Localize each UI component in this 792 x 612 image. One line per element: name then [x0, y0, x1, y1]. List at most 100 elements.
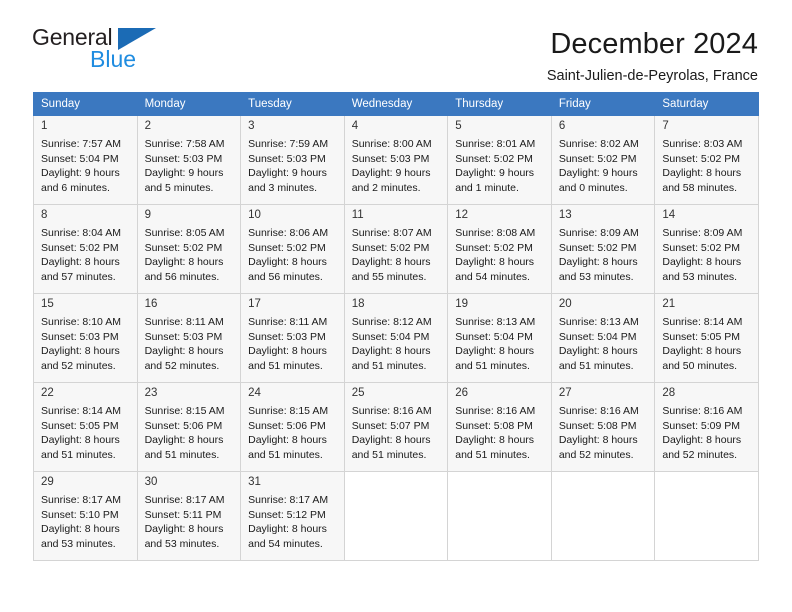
calendar-day-cell[interactable]: 29 Sunrise: 8:17 AM Sunset: 5:10 PM Dayligh…	[33, 471, 138, 561]
calendar-day-cell[interactable]: 7 Sunrise: 8:03 AM Sunset: 5:02 PM Daylight…	[654, 115, 759, 205]
day-sun-info: Sunrise: 8:08 AM Sunset: 5:02 PM Daylight:…	[448, 225, 551, 286]
day-daylight-line: Daylight: 8 hours	[662, 434, 742, 447]
day-sun-info: Sunrise: 8:17 AM Sunset: 5:10 PM Daylight:…	[34, 492, 137, 553]
day-daylight-line: Daylight: 9 hours	[351, 167, 431, 180]
day-daylight-line: and 5 minutes.	[144, 182, 214, 195]
calendar-day-cell[interactable]: 23 Sunrise: 8:15 AM Sunset: 5:06 PM Dayligh…	[136, 382, 242, 472]
day-daylight-line: Daylight: 8 hours	[144, 256, 224, 269]
calendar-day-cell[interactable]: 9 Sunrise: 8:05 AM Sunset: 5:02 PM Daylight…	[136, 204, 242, 294]
day-sunset-line: Sunset: 5:05 PM	[662, 330, 741, 343]
calendar-day-cell[interactable]: 25 Sunrise: 8:16 AM Sunset: 5:07 PM Dayligh…	[343, 382, 449, 472]
calendar-day-cell[interactable]: 6 Sunrise: 8:02 AM Sunset: 5:02 PM Daylight…	[550, 115, 656, 205]
calendar-week-row: 15 Sunrise: 8:10 AM Sunset: 5:03 PM Dayligh…	[33, 293, 759, 383]
calendar-day-cell[interactable]: 13 Sunrise: 8:09 AM Sunset: 5:02 PM Dayligh…	[550, 204, 656, 294]
day-cell-inner: 8 Sunrise: 8:04 AM Sunset: 5:02 PM Daylight…	[34, 205, 137, 291]
day-cell-inner: 31 Sunrise: 8:17 AM Sunset: 5:12 PM Dayligh…	[241, 472, 344, 558]
day-number: 11	[351, 209, 364, 221]
day-daylight-line: and 3 minutes.	[248, 182, 318, 195]
day-daylight-line: and 58 minutes.	[662, 182, 738, 195]
day-sunset-line: Sunset: 5:03 PM	[248, 330, 326, 343]
day-sunset-line: Sunset: 5:09 PM	[662, 419, 741, 432]
calendar-day-cell[interactable]: 21 Sunrise: 8:14 AM Sunset: 5:05 PM Dayligh…	[654, 293, 759, 383]
day-daylight-line: and 55 minutes.	[351, 271, 427, 284]
day-sunset-line: Sunset: 5:11 PM	[144, 508, 222, 521]
day-sunset-line: Sunset: 5:08 PM	[558, 419, 637, 432]
calendar-day-cell[interactable]: 30 Sunrise: 8:17 AM Sunset: 5:11 PM Dayligh…	[136, 471, 242, 561]
day-cell-inner: 22 Sunrise: 8:14 AM Sunset: 5:05 PM Dayligh…	[34, 383, 137, 469]
calendar-day-cell[interactable]: 2 Sunrise: 7:58 AM Sunset: 5:03 PM Daylight…	[136, 115, 242, 205]
day-daylight-line: and 56 minutes.	[144, 271, 220, 284]
day-sunset-line: Sunset: 5:04 PM	[41, 152, 119, 165]
day-number: 13	[558, 209, 572, 221]
day-sunrise-line: Sunrise: 7:58 AM	[144, 137, 225, 150]
calendar-day-cell[interactable]: 10 Sunrise: 8:06 AM Sunset: 5:02 PM Dayligh…	[240, 204, 345, 294]
day-sunrise-line: Sunrise: 8:04 AM	[41, 226, 121, 239]
calendar-day-cell[interactable]: 24 Sunrise: 8:15 AM Sunset: 5:06 PM Dayligh…	[240, 382, 345, 472]
day-daylight-line: and 51 minutes.	[41, 449, 116, 462]
day-daylight-line: and 0 minutes.	[558, 182, 628, 195]
calendar-day-cell[interactable]: 14 Sunrise: 8:09 AM Sunset: 5:02 PM Dayligh…	[654, 204, 759, 294]
day-sun-info: Sunrise: 8:04 AM Sunset: 5:02 PM Daylight:…	[34, 225, 137, 286]
day-sun-info: Sunrise: 7:57 AM Sunset: 5:04 PM Daylight:…	[34, 136, 137, 197]
calendar-day-cell[interactable]: 8 Sunrise: 8:04 AM Sunset: 5:02 PM Daylight…	[33, 204, 138, 294]
logo-text-blue: Blue	[90, 46, 137, 72]
day-daylight-line: Daylight: 8 hours	[455, 434, 535, 447]
day-cell-inner: 12 Sunrise: 8:08 AM Sunset: 5:02 PM Dayligh…	[448, 205, 551, 291]
day-number: 4	[351, 120, 359, 132]
calendar-day-cell[interactable]: 11 Sunrise: 8:07 AM Sunset: 5:02 PM Dayligh…	[343, 204, 449, 294]
day-cell-inner: 29 Sunrise: 8:17 AM Sunset: 5:10 PM Dayligh…	[34, 472, 137, 558]
day-cell-inner: 6 Sunrise: 8:02 AM Sunset: 5:02 PM Daylight…	[552, 116, 655, 202]
page-title: December 2024	[550, 28, 758, 60]
calendar-day-cell[interactable]: 26 Sunrise: 8:16 AM Sunset: 5:08 PM Dayligh…	[447, 382, 552, 472]
day-daylight-line: and 54 minutes.	[248, 538, 323, 551]
calendar-day-cell[interactable]: 16 Sunrise: 8:11 AM Sunset: 5:03 PM Dayligh…	[136, 293, 242, 383]
calendar-day-cell[interactable]: 28 Sunrise: 8:16 AM Sunset: 5:09 PM Dayligh…	[654, 382, 759, 472]
calendar-day-cell[interactable]: 4 Sunrise: 8:00 AM Sunset: 5:03 PM Daylight…	[343, 115, 449, 205]
calendar-day-cell[interactable]: 31 Sunrise: 8:17 AM Sunset: 5:12 PM Dayligh…	[240, 471, 345, 561]
calendar-day-cell[interactable]: 12 Sunrise: 8:08 AM Sunset: 5:02 PM Dayligh…	[447, 204, 552, 294]
calendar-day-cell[interactable]: 5 Sunrise: 8:01 AM Sunset: 5:02 PM Daylight…	[447, 115, 552, 205]
day-daylight-line: Daylight: 8 hours	[558, 256, 638, 269]
day-daylight-line: and 50 minutes.	[662, 360, 738, 373]
day-sun-info: Sunrise: 8:03 AM Sunset: 5:02 PM Daylight:…	[655, 136, 758, 197]
day-sunset-line: Sunset: 5:03 PM	[41, 330, 119, 343]
day-cell-inner: 18 Sunrise: 8:12 AM Sunset: 5:04 PM Dayligh…	[345, 294, 448, 380]
day-number: 5	[455, 120, 462, 132]
day-sunrise-line: Sunrise: 8:16 AM	[558, 404, 639, 417]
calendar-day-cell[interactable]: 22 Sunrise: 8:14 AM Sunset: 5:05 PM Dayligh…	[33, 382, 138, 472]
day-sunset-line: Sunset: 5:02 PM	[455, 152, 533, 165]
day-daylight-line: and 57 minutes.	[41, 271, 116, 284]
calendar-day-cell[interactable]: 19 Sunrise: 8:13 AM Sunset: 5:04 PM Dayligh…	[447, 293, 552, 383]
day-number: 6	[558, 120, 566, 132]
day-sunset-line: Sunset: 5:02 PM	[662, 152, 741, 165]
day-daylight-line: Daylight: 9 hours	[144, 167, 224, 180]
day-cell-inner: 26 Sunrise: 8:16 AM Sunset: 5:08 PM Dayligh…	[448, 383, 551, 469]
calendar-day-cell-empty	[343, 471, 449, 561]
day-number: 2	[144, 120, 151, 132]
day-sunrise-line: Sunrise: 7:59 AM	[248, 137, 329, 150]
calendar-day-cell[interactable]: 3 Sunrise: 7:59 AM Sunset: 5:03 PM Daylight…	[240, 115, 345, 205]
calendar-day-cell[interactable]: 15 Sunrise: 8:10 AM Sunset: 5:03 PM Dayligh…	[33, 293, 138, 383]
calendar-day-cell[interactable]: 18 Sunrise: 8:12 AM Sunset: 5:04 PM Dayligh…	[343, 293, 449, 383]
day-sunrise-line: Sunrise: 8:11 AM	[248, 315, 328, 328]
day-sunrise-line: Sunrise: 8:12 AM	[351, 315, 432, 328]
day-daylight-line: Daylight: 8 hours	[248, 434, 327, 447]
day-sunrise-line: Sunrise: 8:10 AM	[41, 315, 121, 328]
day-sun-info: Sunrise: 8:16 AM Sunset: 5:07 PM Daylight:…	[345, 403, 448, 464]
day-sun-info: Sunrise: 8:15 AM Sunset: 5:06 PM Daylight:…	[138, 403, 241, 464]
day-sun-info: Sunrise: 8:09 AM Sunset: 5:02 PM Daylight:…	[655, 225, 758, 286]
calendar-day-cell[interactable]: 17 Sunrise: 8:11 AM Sunset: 5:03 PM Dayligh…	[240, 293, 345, 383]
day-daylight-line: Daylight: 9 hours	[41, 167, 120, 180]
day-number: 29	[41, 476, 54, 488]
calendar-header-row: Sunday Monday Tuesday Wednesday Thursday…	[33, 92, 759, 116]
calendar-day-cell[interactable]: 27 Sunrise: 8:16 AM Sunset: 5:08 PM Dayligh…	[550, 382, 656, 472]
general-blue-logo[interactable]: General Blue	[32, 26, 192, 78]
day-sunrise-line: Sunrise: 8:13 AM	[558, 315, 639, 328]
day-sunset-line: Sunset: 5:02 PM	[558, 152, 637, 165]
day-cell-inner: 15 Sunrise: 8:10 AM Sunset: 5:03 PM Dayligh…	[34, 294, 137, 380]
day-sunrise-line: Sunrise: 8:16 AM	[351, 404, 432, 417]
calendar-day-cell[interactable]: 1 Sunrise: 7:57 AM Sunset: 5:04 PM Daylight…	[33, 115, 138, 205]
day-daylight-line: and 6 minutes.	[41, 182, 110, 195]
day-sunset-line: Sunset: 5:04 PM	[558, 330, 637, 343]
calendar-day-cell[interactable]: 20 Sunrise: 8:13 AM Sunset: 5:04 PM Dayligh…	[550, 293, 656, 383]
